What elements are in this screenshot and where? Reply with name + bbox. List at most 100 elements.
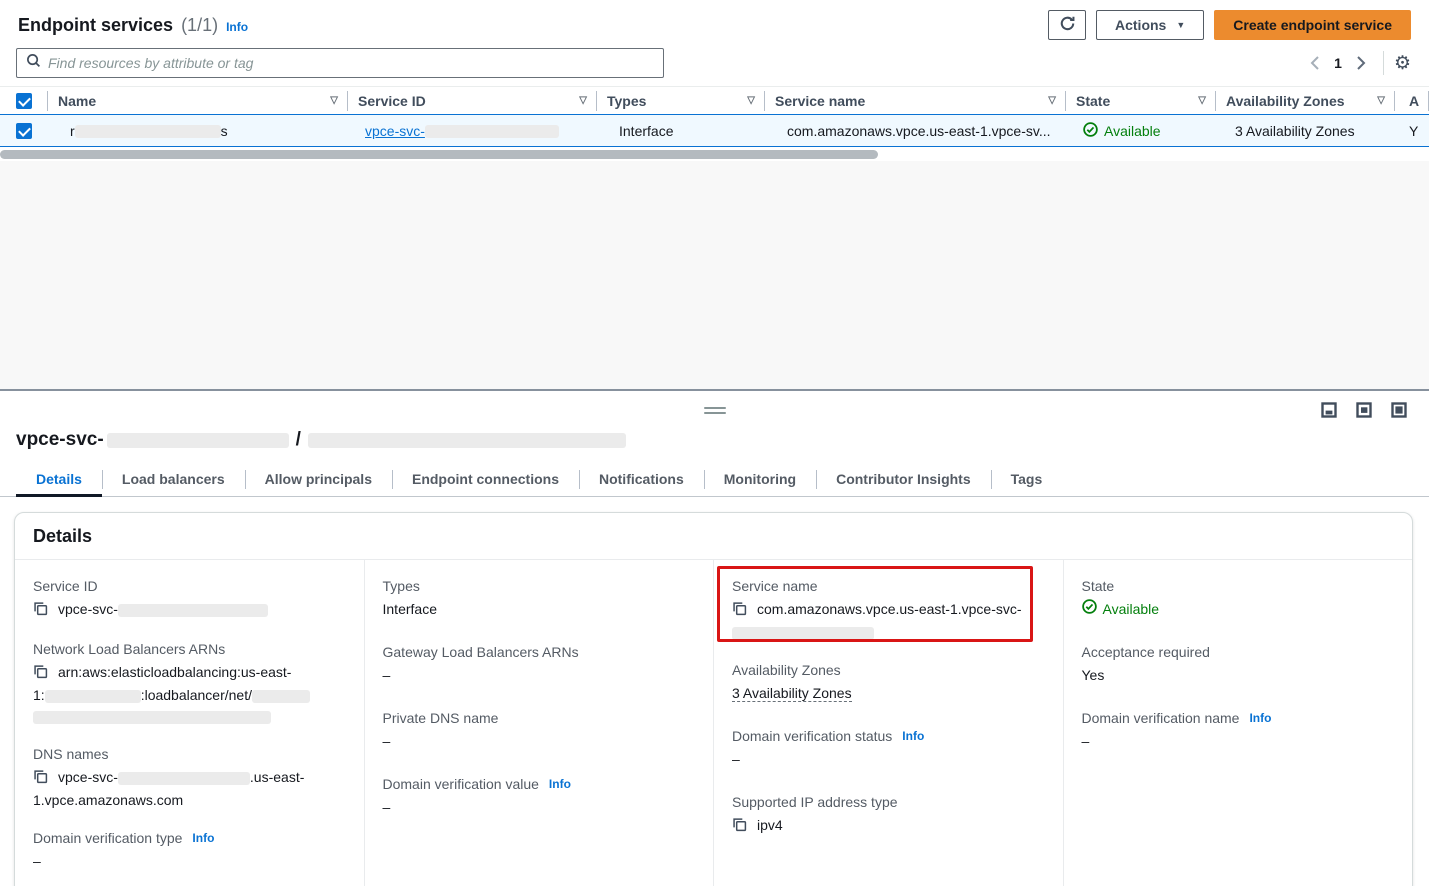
tab-notifications[interactable]: Notifications	[579, 465, 704, 496]
page-title: Endpoint services	[18, 15, 173, 36]
table-row[interactable]: rs vpce-svc- Interface com.amazonaws.vpc…	[0, 114, 1429, 147]
info-link[interactable]: Info	[549, 777, 571, 791]
search-input[interactable]	[48, 55, 654, 71]
field-label: Domain verification name	[1082, 710, 1240, 726]
tab-details[interactable]: Details	[16, 465, 102, 496]
dns-line2: 1.vpce.amazonaws.com	[33, 792, 183, 808]
copy-icon[interactable]	[732, 601, 747, 622]
select-all-checkbox-cell	[0, 87, 48, 114]
refresh-button[interactable]	[1048, 10, 1086, 40]
row-name-cell: rs	[48, 123, 348, 139]
panel-position-side-icon[interactable]	[1356, 402, 1372, 423]
create-endpoint-service-button[interactable]: Create endpoint service	[1214, 10, 1411, 40]
field-label-row: Domain verification status Info	[732, 728, 1043, 744]
service-name-value: com.amazonaws.vpce.us-east-1.vpce-svc-	[757, 601, 1022, 617]
availability-zones-link[interactable]: 3 Availability Zones	[732, 685, 852, 702]
service-id-value-prefix: vpce-svc-	[58, 601, 118, 617]
filter-icon[interactable]: ▽	[330, 95, 338, 106]
row-checkbox[interactable]	[16, 123, 32, 139]
service-id-link[interactable]: vpce-svc-	[365, 123, 559, 139]
gear-icon[interactable]: ⚙	[1394, 54, 1411, 73]
select-all-checkbox[interactable]	[16, 93, 32, 109]
column-header-service-id[interactable]: Service ID ▽	[348, 87, 597, 114]
tab-monitoring[interactable]: Monitoring	[704, 465, 816, 496]
split-panel-preferences	[1321, 402, 1407, 423]
pagination: 1 ⚙	[1303, 51, 1411, 75]
field-label: Availability Zones	[732, 662, 1043, 678]
name-prefix: r	[70, 123, 75, 139]
next-page-icon[interactable]	[1349, 56, 1373, 70]
field-label: State	[1082, 578, 1393, 594]
field-value: 3 Availability Zones	[732, 683, 1043, 704]
field-value: ipv4	[732, 815, 1043, 838]
actions-button[interactable]: Actions ▼	[1096, 10, 1204, 40]
tab-contributor-insights[interactable]: Contributor Insights	[816, 465, 991, 496]
tab-tags[interactable]: Tags	[991, 465, 1063, 496]
column-label: Service ID	[358, 93, 426, 109]
info-link[interactable]: Info	[192, 831, 214, 845]
tab-allow-principals[interactable]: Allow principals	[245, 465, 392, 496]
redacted-text	[252, 690, 310, 703]
filter-icon[interactable]: ▽	[1048, 95, 1056, 106]
column-header-availability-zones[interactable]: Availability Zones ▽	[1216, 87, 1395, 114]
redacted-text	[75, 125, 221, 138]
search-row: 1 ⚙	[0, 46, 1429, 86]
search-icon	[26, 53, 41, 73]
filter-icon[interactable]: ▽	[579, 95, 587, 106]
field-service-id: Service ID vpce-svc-	[33, 578, 344, 622]
copy-icon[interactable]	[732, 817, 747, 838]
copy-icon[interactable]	[33, 664, 48, 685]
field-value: –	[383, 797, 694, 818]
filter-icon[interactable]: ▽	[1198, 95, 1206, 106]
redacted-text	[45, 690, 141, 703]
check-circle-icon	[1082, 599, 1097, 620]
details-card: Details Service ID vpce-svc- Network Loa…	[14, 512, 1413, 886]
field-value: –	[732, 749, 1043, 770]
column-header-service-name[interactable]: Service name ▽	[765, 87, 1066, 114]
availability-zones-link[interactable]: 3 Availability Zones	[1235, 123, 1355, 139]
previous-page-icon[interactable]	[1303, 56, 1327, 70]
column-header-state[interactable]: State ▽	[1066, 87, 1216, 114]
current-page-number[interactable]: 1	[1327, 55, 1349, 71]
field-acceptance-required: Acceptance required Yes	[1082, 644, 1393, 686]
split-panel-drag-handle[interactable]	[704, 407, 726, 414]
redacted-text	[732, 627, 874, 640]
column-header-acceptance-clipped[interactable]: A	[1395, 87, 1429, 114]
details-column-1: Service ID vpce-svc- Network Load Balanc…	[15, 560, 365, 886]
field-types: Types Interface	[383, 578, 694, 620]
info-link[interactable]: Info	[226, 20, 248, 34]
column-label: Availability Zones	[1226, 93, 1345, 109]
column-label: Types	[607, 93, 646, 109]
field-value: –	[383, 731, 694, 752]
row-service-id-cell: vpce-svc-	[348, 123, 597, 139]
horizontal-scrollbar-thumb[interactable]	[0, 150, 878, 159]
field-label-row: Domain verification type Info	[33, 830, 344, 846]
column-header-name[interactable]: Name ▽	[48, 87, 348, 114]
field-domain-verification-name: Domain verification name Info –	[1082, 710, 1393, 752]
field-service-name: Service name com.amazonaws.vpce.us-east-…	[732, 578, 1043, 643]
field-label: Domain verification type	[33, 830, 182, 846]
row-checkbox-cell	[0, 123, 48, 139]
details-card-heading: Details	[15, 513, 1412, 560]
filter-icon[interactable]: ▽	[1377, 95, 1385, 106]
title-group: Endpoint services (1/1) Info	[18, 15, 248, 36]
copy-icon[interactable]	[33, 769, 48, 790]
field-value: vpce-svc-.us-east- 1.vpce.amazonaws.com	[33, 767, 344, 811]
state-badge: Available	[1083, 122, 1206, 140]
panel-position-bottom-icon[interactable]	[1321, 402, 1337, 423]
column-header-types[interactable]: Types ▽	[597, 87, 765, 114]
copy-icon[interactable]	[33, 601, 48, 622]
tab-endpoint-connections[interactable]: Endpoint connections	[392, 465, 579, 496]
row-state-cell: Available	[1066, 122, 1216, 140]
table-empty-area	[0, 161, 1429, 389]
info-link[interactable]: Info	[1249, 711, 1271, 725]
field-label: Private DNS name	[383, 710, 694, 726]
panel-maximize-icon[interactable]	[1391, 402, 1407, 423]
tab-load-balancers[interactable]: Load balancers	[102, 465, 245, 496]
table-header-row: Name ▽ Service ID ▽ Types ▽ Service name…	[0, 86, 1429, 114]
search-box[interactable]	[16, 48, 664, 78]
filter-icon[interactable]: ▽	[747, 95, 755, 106]
field-value: –	[33, 851, 344, 872]
field-supported-ip-type: Supported IP address type ipv4	[732, 794, 1043, 838]
info-link[interactable]: Info	[902, 729, 924, 743]
